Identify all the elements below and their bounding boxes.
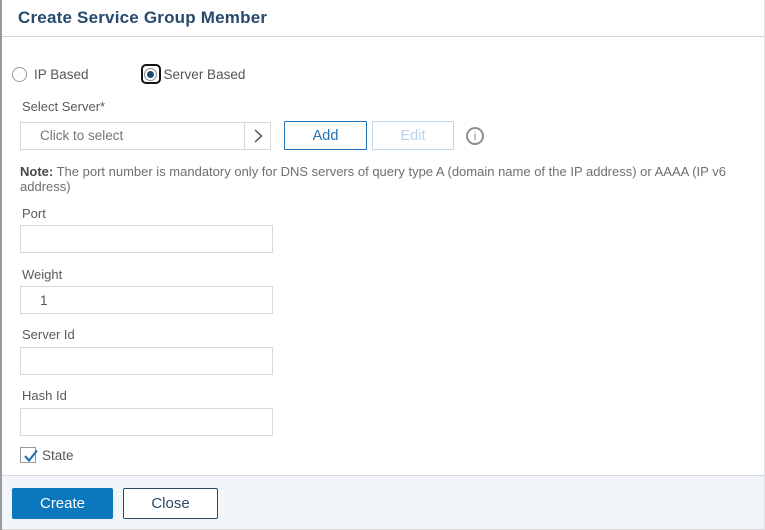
port-label: Port [20,206,744,221]
state-label[interactable]: State [42,448,74,463]
radio-server-based[interactable] [141,64,161,84]
dialog-header: Create Service Group Member [0,0,764,37]
edit-button: Edit [372,121,454,150]
note-prefix: Note: [20,164,53,179]
select-server-row: Click to select Add Edit i [20,121,744,150]
form-body: IP Based Server Based Select Server* Cli… [0,63,764,464]
member-type-radio-group: IP Based Server Based [12,63,744,85]
radio-ip-based-label[interactable]: IP Based [34,67,89,82]
weight-input[interactable] [20,286,273,314]
info-icon[interactable]: i [466,127,484,145]
note-text: Note: The port number is mandatory only … [20,164,744,194]
radio-ip-based[interactable] [12,67,27,82]
select-server-combobox[interactable]: Click to select [20,122,245,150]
port-input[interactable] [20,225,273,253]
weight-label: Weight [20,267,744,282]
server-id-label: Server Id [20,327,744,342]
state-row: State [20,446,744,464]
checkmark-icon [22,447,40,465]
close-button[interactable]: Close [123,488,218,519]
radio-server-based-label[interactable]: Server Based [164,67,246,82]
create-service-group-member-dialog: Create Service Group Member IP Based Ser… [0,0,765,530]
radio-server-based-circle [144,68,157,81]
hash-id-input[interactable] [20,408,273,436]
left-border-rule [0,0,2,530]
hash-id-label: Hash Id [20,388,744,403]
chevron-right-icon [253,128,263,144]
state-checkbox[interactable] [20,447,36,463]
select-server-label: Select Server* [20,99,744,114]
server-id-input[interactable] [20,347,273,375]
add-button[interactable]: Add [284,121,367,150]
create-button[interactable]: Create [12,488,113,519]
dialog-footer: Create Close [0,475,764,530]
note-body: The port number is mandatory only for DN… [20,164,726,194]
page-title: Create Service Group Member [18,8,267,28]
radio-selected-dot [147,71,154,78]
select-server-expand-button[interactable] [244,122,271,150]
